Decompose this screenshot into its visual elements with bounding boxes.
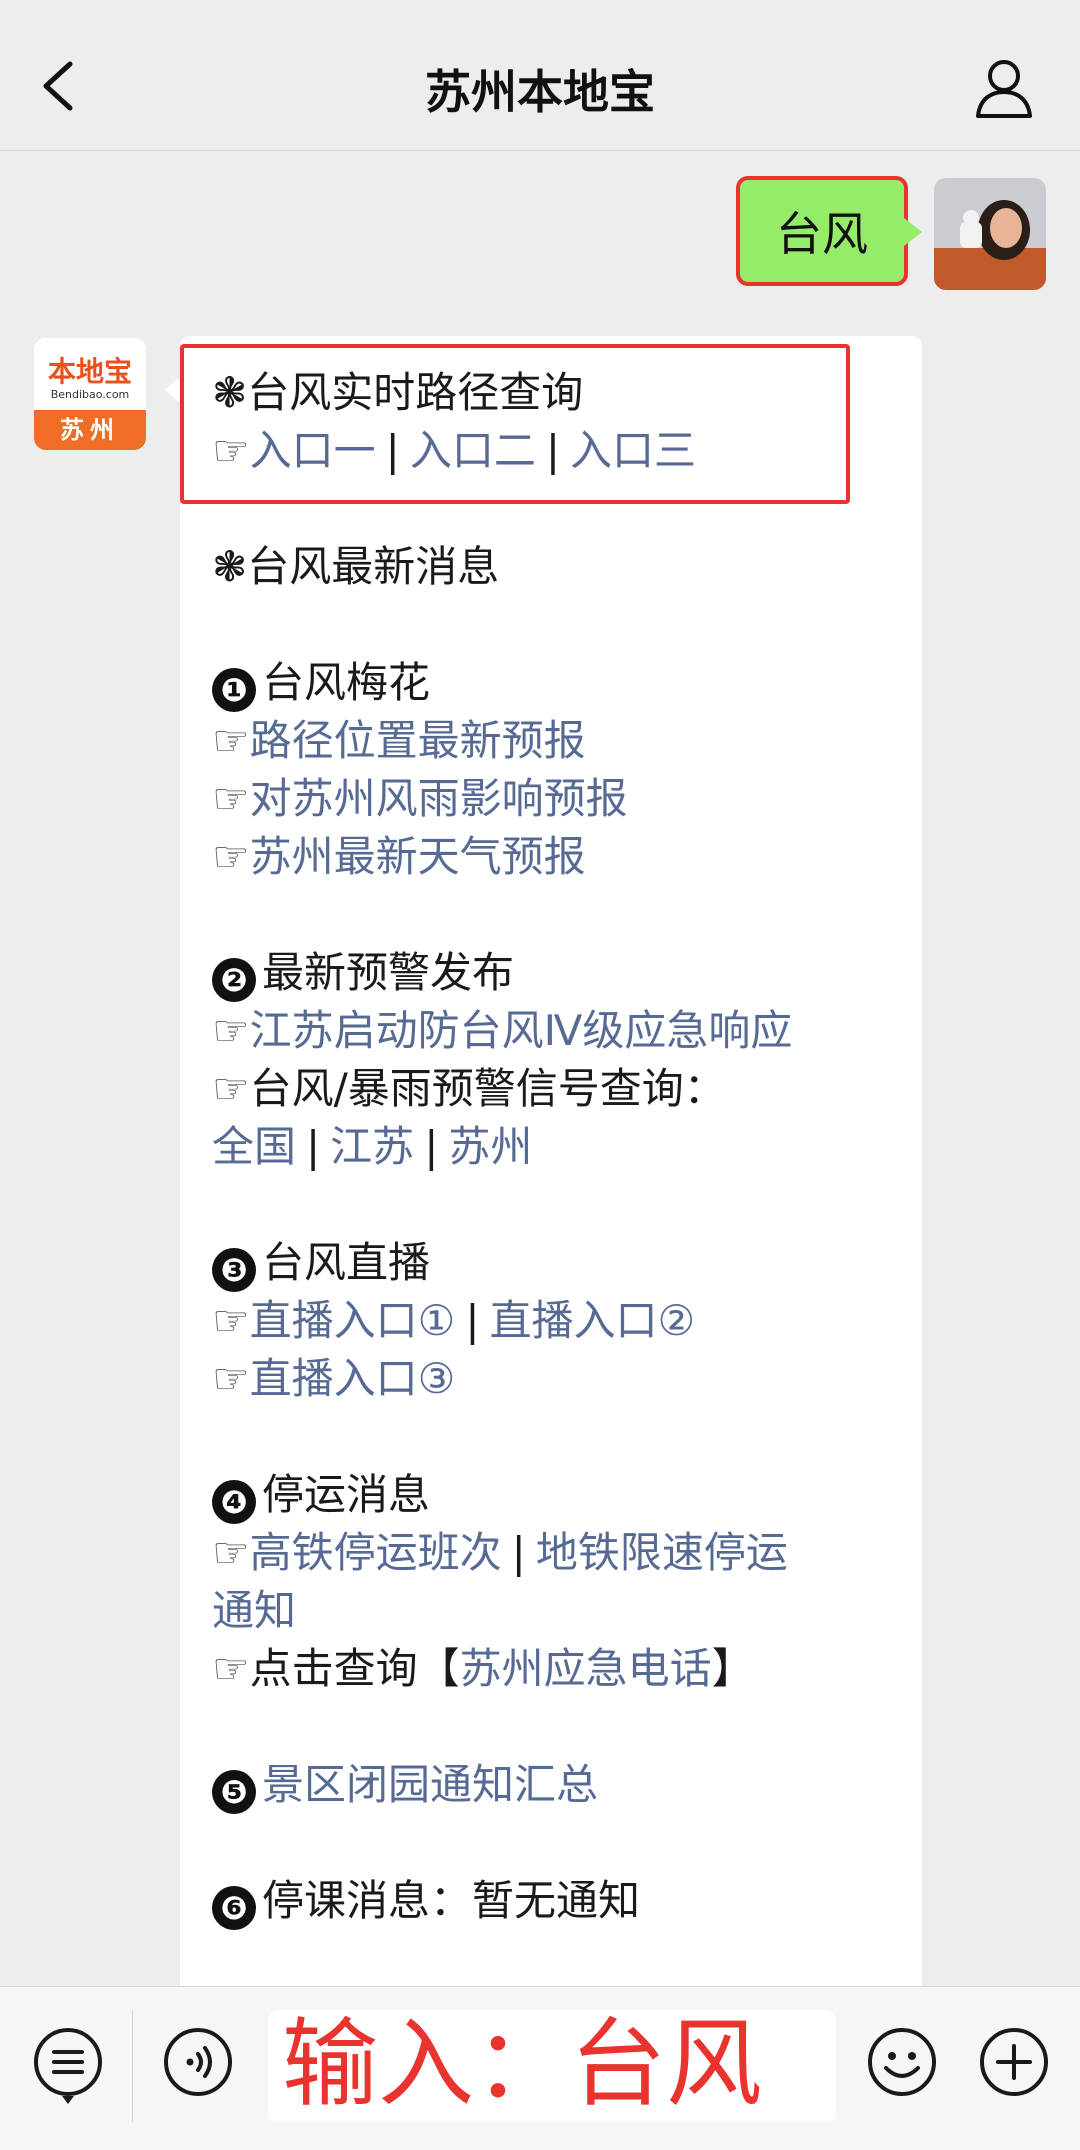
section-2-text-row: ☞台风/暴雨预警信号查询：	[212, 1060, 726, 1118]
hand-icon: ☞	[212, 1354, 250, 1403]
user-avatar-image	[934, 178, 1046, 290]
section-4-call-row: ☞点击查询【苏州应急电话】	[212, 1640, 754, 1698]
user-avatar[interactable]	[934, 178, 1046, 290]
metro-suspension-link[interactable]: 地铁限速停运	[536, 1528, 788, 1577]
separator: |	[465, 1296, 480, 1345]
profile-icon[interactable]	[972, 56, 1036, 120]
query-link-1[interactable]: 入口一	[250, 426, 376, 475]
user-message-bubble[interactable]: 台风	[736, 176, 922, 286]
hand-icon: ☞	[212, 774, 250, 823]
number-badge: ❻	[212, 1886, 256, 1930]
section-4-link-wrap: 通知	[212, 1582, 296, 1640]
section-2-region-links: 全国 | 江苏 | 苏州	[212, 1118, 532, 1176]
section-4-heading: ❹ 停运消息	[212, 1466, 430, 1524]
section-1-link-1[interactable]: 路径位置最新预报	[250, 716, 586, 765]
bot-logo-sub: Bendibao.com	[50, 388, 130, 401]
section-3-title: 台风直播	[262, 1238, 431, 1287]
bar-divider	[132, 2010, 133, 2122]
query-link-3[interactable]: 入口三	[570, 426, 696, 475]
bot-logo-text: 本地宝	[47, 355, 132, 388]
region-link-jiangsu[interactable]: 江苏	[330, 1122, 414, 1171]
separator: |	[545, 426, 560, 475]
number-badge: ❺	[212, 1770, 256, 1814]
section-2-text: 台风/暴雨预警信号查询：	[249, 1064, 726, 1113]
school-suspension-text: 停课消息：暂无通知	[262, 1876, 641, 1925]
number-badge: ❹	[212, 1480, 256, 1524]
section-1-link-2[interactable]: 对苏州风雨影响预报	[250, 774, 628, 823]
section-1-link-row: ☞路径位置最新预报	[212, 712, 586, 770]
section-6-row: ❻ 停课消息：暂无通知	[212, 1872, 640, 1930]
section-2-heading: ❷ 最新预警发布	[212, 944, 514, 1002]
section-2-link-1[interactable]: 江苏启动防台风Ⅳ级应急响应	[250, 1006, 793, 1055]
emergency-call-link[interactable]: 苏州应急电话	[460, 1644, 712, 1693]
number-badge: ❷	[212, 958, 256, 1002]
query-links-row: ☞入口一 | 入口二 | 入口三	[212, 422, 696, 480]
section-3-link-row: ☞直播入口③	[212, 1350, 455, 1408]
news-title: ❃台风最新消息	[212, 542, 500, 591]
section-3-heading: ❸ 台风直播	[212, 1234, 430, 1292]
bot-avatar[interactable]: 本地宝 Bendibao.com 苏州	[34, 338, 146, 450]
emoji-icon[interactable]	[864, 2024, 940, 2100]
query-link-2[interactable]: 入口二	[410, 426, 536, 475]
metro-suspension-link-cont[interactable]: 通知	[212, 1586, 296, 1635]
query-title: ❃台风实时路径查询	[212, 368, 584, 417]
section-2-link-row: ☞江苏启动防台风Ⅳ级应急响应	[212, 1002, 792, 1060]
voice-icon[interactable]	[160, 2024, 236, 2100]
hand-icon: ☞	[212, 832, 250, 881]
section-1-title: 台风梅花	[262, 658, 431, 707]
hand-icon: ☞	[212, 1644, 250, 1693]
hand-icon: ☞	[212, 1006, 250, 1055]
separator: |	[306, 1122, 321, 1171]
call-prefix: 点击查询【	[249, 1644, 460, 1693]
plus-icon[interactable]	[976, 2024, 1052, 2100]
live-link-3[interactable]: 直播入口③	[250, 1354, 456, 1403]
hsr-suspension-link[interactable]: 高铁停运班次	[250, 1528, 502, 1577]
bot-logo-city: 苏州	[34, 410, 146, 450]
section-2-title: 最新预警发布	[262, 948, 515, 997]
number-badge: ❸	[212, 1248, 256, 1292]
menu-list-icon[interactable]	[30, 2024, 106, 2108]
section-1-link-row: ☞对苏州风雨影响预报	[212, 770, 628, 828]
chat-title: 苏州本地宝	[425, 65, 655, 119]
section-1-heading: ❶ 台风梅花	[212, 654, 430, 712]
section-1-link-row: ☞苏州最新天气预报	[212, 828, 586, 886]
live-link-1[interactable]: 直播入口①	[250, 1296, 456, 1345]
scenic-closure-link[interactable]: 景区闭园通知汇总	[262, 1760, 598, 1809]
region-link-national[interactable]: 全国	[212, 1122, 296, 1171]
region-link-suzhou[interactable]: 苏州	[448, 1122, 532, 1171]
hand-icon: ☞	[212, 1064, 250, 1113]
section-4-link-row: ☞高铁停运班次 | 地铁限速停运	[212, 1524, 788, 1582]
hand-icon: ☞	[212, 1296, 250, 1345]
user-message-text: 台风	[776, 207, 868, 261]
section-5-row: ❺ 景区闭园通知汇总	[212, 1756, 598, 1814]
number-badge: ❶	[212, 668, 256, 712]
live-link-2[interactable]: 直播入口②	[489, 1296, 695, 1345]
hand-icon: ☞	[212, 426, 250, 475]
section-4-title: 停运消息	[262, 1470, 431, 1519]
separator: |	[385, 426, 400, 475]
section-3-link-row: ☞直播入口① | 直播入口②	[212, 1292, 695, 1350]
nav-header: 苏州本地宝	[0, 0, 1080, 151]
hand-icon: ☞	[212, 716, 250, 765]
separator: |	[424, 1122, 439, 1171]
separator: |	[511, 1528, 526, 1577]
call-suffix: 】	[711, 1644, 754, 1693]
hand-icon: ☞	[212, 1528, 250, 1577]
annotation-input-text: 输入：台风	[282, 2008, 762, 2120]
section-1-link-3[interactable]: 苏州最新天气预报	[250, 832, 586, 881]
